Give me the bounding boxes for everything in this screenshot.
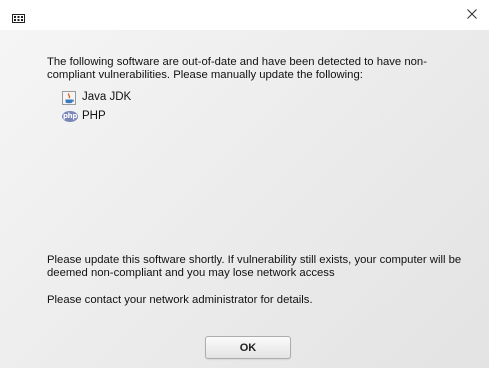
software-name: Java JDK xyxy=(82,91,132,103)
php-icon: php xyxy=(62,111,78,122)
intro-text: The following software are out-of-date a… xyxy=(47,56,427,81)
java-icon xyxy=(62,90,76,105)
app-icon xyxy=(12,10,25,23)
title-bar xyxy=(0,0,489,30)
list-item-php: php PHP xyxy=(62,108,467,125)
close-icon xyxy=(467,6,477,24)
close-button[interactable] xyxy=(459,2,485,28)
software-list: Java JDK php PHP xyxy=(47,89,467,125)
ok-button[interactable]: OK xyxy=(205,336,291,359)
contact-text: Please contact your network administrato… xyxy=(47,294,313,306)
software-update-dialog: The following software are out-of-date a… xyxy=(0,0,489,368)
software-name: PHP xyxy=(82,110,106,122)
warning-text: Please update this software shortly. If … xyxy=(47,254,462,279)
list-item-java: Java JDK xyxy=(62,89,467,106)
message-body: The following software are out-of-date a… xyxy=(47,56,467,127)
